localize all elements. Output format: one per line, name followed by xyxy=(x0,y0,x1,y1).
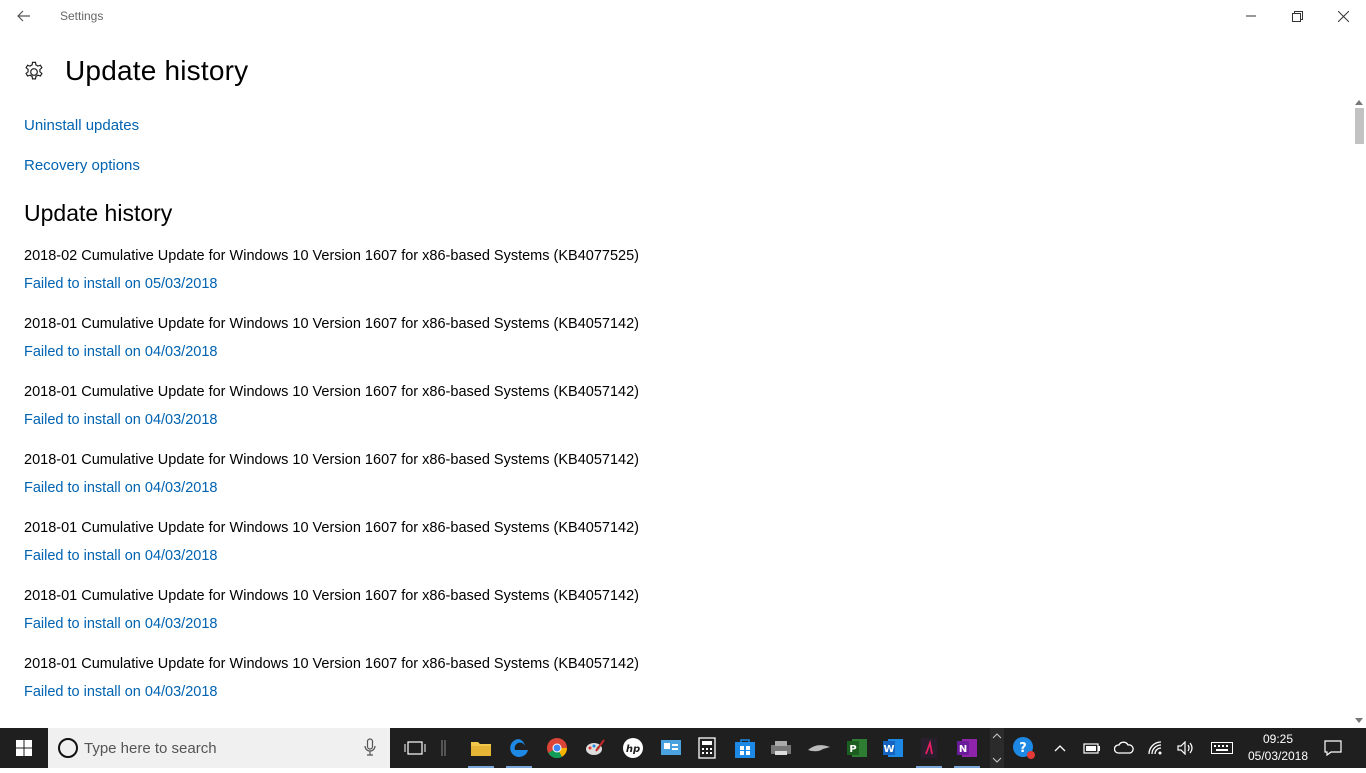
back-arrow-icon xyxy=(17,10,30,22)
page-title: Update history xyxy=(65,55,249,86)
window-title: Settings xyxy=(60,9,104,23)
update-name: 2018-01 Cumulative Update for Windows 10… xyxy=(24,384,639,400)
clock-date: 05/03/2018 xyxy=(1247,749,1309,763)
control-panel-icon[interactable] xyxy=(654,732,688,764)
list-item: 2018-01 Cumulative Update for Windows 10… xyxy=(24,520,924,588)
chevron-up-icon xyxy=(1355,99,1363,105)
chevron-up-icon xyxy=(992,733,1002,763)
taskbar: Type here to search hp P W N ? 09:25 05/… xyxy=(0,728,1366,768)
notification-icon xyxy=(1324,740,1342,756)
close-icon xyxy=(1337,10,1349,22)
update-status-link[interactable]: Failed to install on 04/03/2018 xyxy=(24,412,217,428)
separator-icon xyxy=(432,732,456,764)
update-status-link[interactable]: Failed to install on 04/03/2018 xyxy=(24,616,217,632)
restore-button[interactable] xyxy=(1274,0,1320,32)
volume-icon[interactable] xyxy=(1174,736,1198,760)
list-item: 2018-02 Cumulative Update for Windows 10… xyxy=(24,248,924,316)
svg-text:N: N xyxy=(959,744,967,755)
close-button[interactable] xyxy=(1320,0,1366,32)
update-name: 2018-01 Cumulative Update for Windows 10… xyxy=(24,452,639,468)
system-clock[interactable]: 09:25 05/03/2018 xyxy=(1246,731,1310,765)
scroll-down-button[interactable] xyxy=(1352,714,1366,726)
edge-icon[interactable] xyxy=(502,732,536,768)
recovery-options-link[interactable]: Recovery options xyxy=(24,157,140,174)
list-item: 2018-01 Cumulative Update for Windows 10… xyxy=(24,452,924,520)
help-icon[interactable]: ? xyxy=(1012,736,1036,760)
svg-text:P: P xyxy=(849,744,856,755)
list-item: 2018-01 Cumulative Update for Windows 10… xyxy=(24,384,924,452)
title-bar: Settings xyxy=(0,0,1366,32)
paint-icon[interactable] xyxy=(578,732,612,764)
windows-logo-icon xyxy=(16,740,32,756)
app-icon[interactable] xyxy=(912,732,946,768)
battery-icon[interactable] xyxy=(1080,736,1104,760)
publisher-icon[interactable]: P xyxy=(840,732,874,764)
vertical-scrollbar[interactable] xyxy=(1352,96,1366,728)
word-icon[interactable]: W xyxy=(876,732,910,764)
shark-icon[interactable] xyxy=(802,732,836,764)
chrome-icon[interactable] xyxy=(540,732,574,764)
action-center-button[interactable] xyxy=(1320,736,1346,760)
section-title: Update history xyxy=(24,200,173,226)
list-item: 2018-01 Cumulative Update for Windows 10… xyxy=(24,316,924,384)
printer-icon[interactable] xyxy=(764,732,798,764)
svg-text:W: W xyxy=(883,744,894,755)
list-item: 2018-01 Cumulative Update for Windows 10… xyxy=(24,588,924,656)
update-status-link[interactable]: Failed to install on 04/03/2018 xyxy=(24,344,217,360)
chevron-down-icon xyxy=(1355,717,1363,723)
update-name: 2018-01 Cumulative Update for Windows 10… xyxy=(24,588,639,604)
svg-text:?: ? xyxy=(1019,741,1027,756)
clock-time: 09:25 xyxy=(1262,732,1294,746)
update-status-link[interactable]: Failed to install on 04/03/2018 xyxy=(24,480,217,496)
wifi-icon[interactable] xyxy=(1144,736,1168,760)
taskbar-scroll[interactable] xyxy=(990,728,1004,768)
update-name: 2018-01 Cumulative Update for Windows 10… xyxy=(24,656,639,672)
minimize-icon xyxy=(1246,15,1256,17)
start-button[interactable] xyxy=(0,728,48,768)
hp-icon[interactable]: hp xyxy=(616,732,650,764)
minimize-button[interactable] xyxy=(1228,0,1274,32)
update-status-link[interactable]: Failed to install on 04/03/2018 xyxy=(24,548,217,564)
scroll-thumb[interactable] xyxy=(1355,108,1364,144)
cortana-icon xyxy=(58,738,78,758)
update-status-link[interactable]: Failed to install on 05/03/2018 xyxy=(24,276,217,292)
calculator-icon[interactable] xyxy=(690,732,724,764)
update-name: 2018-01 Cumulative Update for Windows 10… xyxy=(24,316,639,332)
update-history-list: 2018-02 Cumulative Update for Windows 10… xyxy=(24,248,924,724)
update-name: 2018-02 Cumulative Update for Windows 10… xyxy=(24,248,639,264)
back-button[interactable] xyxy=(8,0,40,32)
list-item: 2018-01 Cumulative Update for Windows 10… xyxy=(24,656,924,724)
scroll-up-button[interactable] xyxy=(1352,96,1366,108)
task-view-icon[interactable] xyxy=(398,732,432,764)
update-status-link[interactable]: Failed to install on 04/03/2018 xyxy=(24,684,217,700)
restore-icon xyxy=(1291,10,1303,22)
keyboard-icon[interactable] xyxy=(1210,736,1234,760)
svg-text:hp: hp xyxy=(626,744,640,755)
file-explorer-icon[interactable] xyxy=(464,732,498,768)
update-name: 2018-01 Cumulative Update for Windows 10… xyxy=(24,520,639,536)
gear-icon xyxy=(25,61,43,80)
onenote-icon[interactable]: N xyxy=(950,732,984,768)
show-hidden-icons-icon[interactable] xyxy=(1048,736,1072,760)
store-icon[interactable] xyxy=(728,732,762,764)
taskbar-search[interactable]: Type here to search xyxy=(48,728,390,768)
uninstall-updates-link[interactable]: Uninstall updates xyxy=(24,117,139,134)
search-placeholder: Type here to search xyxy=(84,740,217,757)
cloud-sync-icon[interactable] xyxy=(1112,736,1136,760)
microphone-icon[interactable] xyxy=(364,738,376,756)
